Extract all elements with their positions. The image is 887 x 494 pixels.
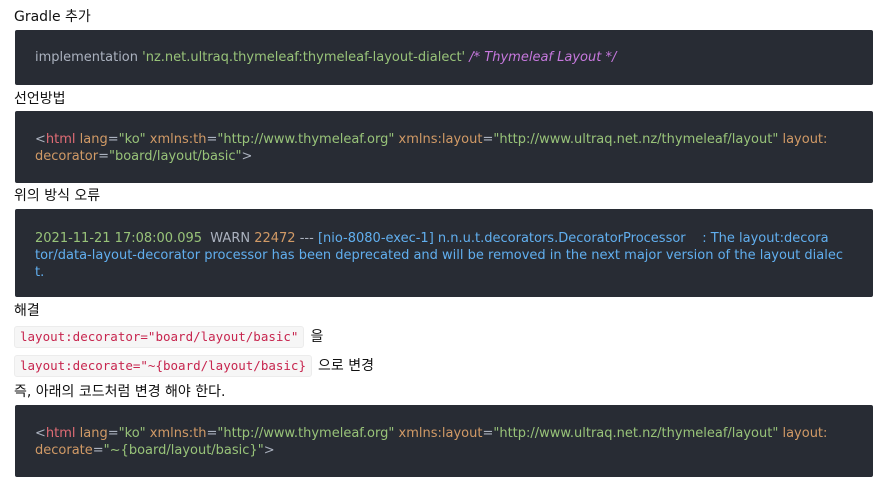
- attr-lang: lang: [79, 132, 108, 147]
- tag-open-bracket: <: [35, 132, 46, 147]
- equals-sign: =: [206, 426, 218, 441]
- error-log-block: 2021-11-21 17:08:00.095 WARN 22472 --- […: [15, 209, 873, 297]
- attr-layout-prefix: layout:: [782, 426, 828, 441]
- attr-xmlns-th: xmlns:th: [149, 426, 207, 441]
- gradle-keyword: implementation: [35, 50, 139, 65]
- error-log-line-2: tor/data-layout-decorator processor has …: [35, 247, 853, 264]
- fix-row-1: layout:decorator="board/layout/basic" 을: [14, 326, 323, 348]
- attr-lang-value: "ko": [118, 426, 146, 441]
- log-separator: ---: [299, 231, 314, 246]
- equals-sign: =: [482, 132, 494, 147]
- equals-sign: =: [98, 149, 109, 164]
- error-heading: 위의 방식 오류: [14, 188, 101, 204]
- error-log-line-1: 2021-11-21 17:08:00.095 WARN 22472 --- […: [35, 230, 853, 247]
- log-message-part-2: tor/data-layout-decorator processor has …: [35, 248, 843, 263]
- attr-xmlns-th-value: "http://www.thymeleaf.org": [217, 132, 395, 147]
- declare-code-line-2: decorator="board/layout/basic">: [35, 148, 853, 165]
- result-code-line-1: <html lang="ko" xmlns:th="http://www.thy…: [35, 425, 853, 442]
- gradle-dependency-string: 'nz.net.ultraq.thymeleaf:thymeleaf-layou…: [142, 50, 466, 65]
- declare-code-block: <html lang="ko" xmlns:th="http://www.thy…: [15, 111, 873, 183]
- gradle-code-line: implementation 'nz.net.ultraq.thymeleaf:…: [35, 49, 853, 66]
- attr-xmlns-th: xmlns:th: [149, 132, 207, 147]
- attr-decorate-value: "~{board/layout/basic}": [103, 443, 264, 458]
- attr-xmlns-layout-value: "http://www.ultraq.net.nz/thymeleaf/layo…: [493, 132, 779, 147]
- log-logger: n.n.u.t.decorators.DecoratorProcessor: [437, 231, 686, 246]
- attr-xmlns-layout: xmlns:layout: [398, 132, 483, 147]
- attr-decorator: decorator: [35, 149, 99, 164]
- attr-xmlns-layout-value: "http://www.ultraq.net.nz/thymeleaf/layo…: [493, 426, 779, 441]
- attr-decorate: decorate: [35, 443, 93, 458]
- fix-summary: 즉, 아래의 코드처럼 변경 해야 한다.: [14, 384, 226, 400]
- equals-sign: =: [107, 132, 119, 147]
- fix-row-2: layout:decorate="~{board/layout/basic} 으로…: [14, 355, 374, 377]
- log-message-part-1: : The layout:decora: [702, 231, 829, 246]
- declare-code-line-1: <html lang="ko" xmlns:th="http://www.thy…: [35, 131, 853, 148]
- fix-heading: 해결: [14, 303, 40, 319]
- log-message-part-3: t.: [35, 265, 45, 280]
- page: Gradle 추가 implementation 'nz.net.ultraq.…: [0, 0, 887, 494]
- attr-xmlns-layout: xmlns:layout: [398, 426, 483, 441]
- html-tag-name: html: [45, 426, 76, 441]
- log-thread: [nio-8080-exec-1]: [317, 231, 434, 246]
- tag-open-bracket: <: [35, 426, 46, 441]
- result-code-line-2: decorate="~{board/layout/basic}">: [35, 442, 853, 459]
- result-code-block: <html lang="ko" xmlns:th="http://www.thy…: [15, 405, 873, 477]
- log-level: WARN: [210, 231, 251, 246]
- attr-lang: lang: [79, 426, 108, 441]
- gradle-code-block: implementation 'nz.net.ultraq.thymeleaf:…: [15, 30, 873, 85]
- tag-close-bracket: >: [241, 149, 253, 164]
- tag-close-bracket: >: [263, 443, 275, 458]
- equals-sign: =: [107, 426, 119, 441]
- fix-row-2-suffix: 으로 변경: [317, 358, 374, 374]
- declare-heading: 선언방법: [14, 91, 66, 107]
- equals-sign: =: [482, 426, 494, 441]
- html-tag-name: html: [45, 132, 76, 147]
- attr-xmlns-th-value: "http://www.thymeleaf.org": [217, 426, 395, 441]
- attr-layout-prefix: layout:: [782, 132, 828, 147]
- log-datetime: 2021-11-21 17:08:00.095: [35, 231, 203, 246]
- fix-row-1-suffix: 을: [310, 329, 324, 345]
- inline-code-old: layout:decorator="board/layout/basic": [14, 326, 305, 348]
- equals-sign: =: [92, 443, 104, 458]
- gradle-comment: /* Thymeleaf Layout */: [469, 50, 617, 65]
- attr-decorator-value: "board/layout/basic": [108, 149, 242, 164]
- gradle-heading: Gradle 추가: [14, 9, 91, 25]
- equals-sign: =: [206, 132, 218, 147]
- error-log-line-3: t.: [35, 264, 853, 281]
- inline-code-new: layout:decorate="~{board/layout/basic}: [14, 355, 312, 377]
- log-pid: 22472: [254, 231, 296, 246]
- attr-lang-value: "ko": [118, 132, 146, 147]
